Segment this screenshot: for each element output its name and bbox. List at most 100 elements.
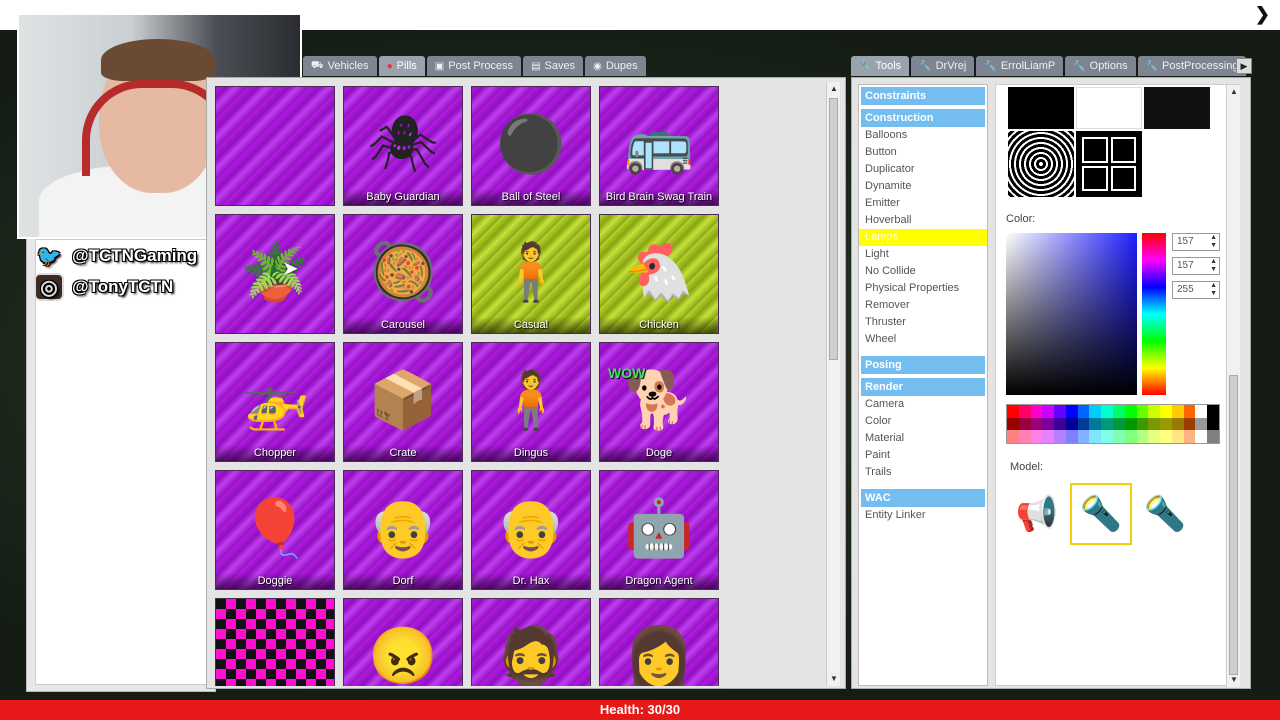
palette-swatch[interactable] <box>1077 405 1090 418</box>
palette-swatch[interactable] <box>1124 405 1137 418</box>
pill-tile[interactable]: 🥘 Carousel <box>343 214 463 334</box>
palette-swatch[interactable] <box>1007 417 1019 431</box>
spinner-icon[interactable]: ▲ ▼ <box>1210 258 1217 274</box>
settings-scrollbar[interactable]: ▲ ▼ <box>1226 85 1240 687</box>
palette-swatch[interactable] <box>1183 430 1196 443</box>
palette-swatch[interactable] <box>1207 417 1219 431</box>
tab-dupes[interactable]: ◉ Dupes <box>585 56 646 76</box>
pill-tile[interactable]: 🧔 <box>471 598 591 686</box>
pill-tile[interactable]: 🧍 Casual <box>471 214 591 334</box>
tab-scroll-right-icon[interactable]: ▶ <box>1236 58 1252 74</box>
palette-swatch[interactable] <box>1030 405 1043 418</box>
palette-swatch[interactable] <box>1101 405 1113 418</box>
palette-swatch[interactable] <box>1018 430 1031 443</box>
palette-swatch[interactable] <box>1195 405 1208 418</box>
palette-swatch[interactable] <box>1183 417 1196 431</box>
palette-swatch[interactable] <box>1018 417 1031 431</box>
palette-swatch[interactable] <box>1101 430 1113 443</box>
tool-item[interactable]: Duplicator <box>859 161 987 178</box>
palette-swatch[interactable] <box>1065 430 1078 443</box>
palette-swatch[interactable] <box>1030 430 1043 443</box>
pill-tile[interactable]: 👴 Dorf <box>343 470 463 590</box>
tab-options[interactable]: 🔧 Options <box>1065 56 1136 76</box>
palette-swatch[interactable] <box>1042 417 1055 431</box>
scroll-down-icon[interactable]: ▼ <box>1227 673 1241 687</box>
palette-swatch[interactable] <box>1030 417 1043 431</box>
tab-post-process[interactable]: ▣ Post Process <box>426 56 522 76</box>
tool-category[interactable]: Render <box>861 378 985 396</box>
texture-swatch[interactable] <box>1008 87 1074 129</box>
scroll-down-icon[interactable]: ▼ <box>827 672 841 686</box>
texture-swatch[interactable] <box>1008 131 1074 197</box>
tool-category[interactable]: Posing <box>861 356 985 374</box>
tool-category[interactable]: WAC <box>861 489 985 507</box>
spinner-icon[interactable]: ▲ ▼ <box>1210 234 1217 250</box>
palette-swatch[interactable] <box>1042 430 1055 443</box>
pill-tile[interactable]: 👴 Dr. Hax <box>471 470 591 590</box>
pill-tile[interactable]: 🪴 <box>215 214 335 334</box>
palette-swatch[interactable] <box>1089 430 1102 443</box>
palette-swatch[interactable] <box>1018 405 1031 418</box>
texture-swatch[interactable] <box>1076 87 1142 129</box>
color-palette[interactable] <box>1006 404 1220 444</box>
palette-swatch[interactable] <box>1089 405 1102 418</box>
tab-drvrej[interactable]: 🔧 DrVrej <box>911 56 975 76</box>
palette-swatch[interactable] <box>1042 405 1055 418</box>
pill-tile[interactable]: 🧍 Dingus <box>471 342 591 462</box>
palette-swatch[interactable] <box>1160 405 1172 418</box>
palette-swatch[interactable] <box>1007 405 1019 418</box>
palette-swatch[interactable] <box>1112 405 1125 418</box>
tool-item[interactable]: Thruster <box>859 314 987 331</box>
palette-swatch[interactable] <box>1171 430 1184 443</box>
tool-category[interactable]: Construction <box>861 109 985 127</box>
palette-swatch[interactable] <box>1077 417 1090 431</box>
tool-item[interactable]: Camera <box>859 396 987 413</box>
tool-item[interactable]: Emitter <box>859 195 987 212</box>
palette-swatch[interactable] <box>1171 405 1184 418</box>
palette-swatch[interactable] <box>1148 430 1161 443</box>
pill-tile[interactable] <box>215 86 335 206</box>
palette-swatch[interactable] <box>1195 430 1208 443</box>
palette-swatch[interactable] <box>1207 405 1219 418</box>
tool-item[interactable]: No Collide <box>859 263 987 280</box>
palette-swatch[interactable] <box>1007 430 1019 443</box>
tool-item[interactable]: Balloons <box>859 127 987 144</box>
scroll-thumb[interactable] <box>1229 375 1238 675</box>
palette-swatch[interactable] <box>1171 417 1184 431</box>
palette-swatch[interactable] <box>1124 417 1137 431</box>
palette-swatch[interactable] <box>1101 417 1113 431</box>
tool-item[interactable]: Remover <box>859 297 987 314</box>
lamp-model-option[interactable]: 📢 <box>1006 483 1068 545</box>
green-value-field[interactable]: 157 ▲ ▼ <box>1172 257 1220 275</box>
palette-swatch[interactable] <box>1183 405 1196 418</box>
tab-pills[interactable]: ● Pills <box>378 56 425 76</box>
pill-tile[interactable]: ⚫ Ball of Steel <box>471 86 591 206</box>
palette-swatch[interactable] <box>1089 417 1102 431</box>
palette-swatch[interactable] <box>1112 430 1125 443</box>
tool-item[interactable]: Button <box>859 144 987 161</box>
tab-saves[interactable]: ▤ Saves <box>523 56 584 76</box>
tool-item[interactable]: Wheel <box>859 331 987 348</box>
tool-item[interactable]: Paint <box>859 447 987 464</box>
pill-tile[interactable]: 🐕 WOW Doge <box>599 342 719 462</box>
tool-item[interactable]: Color <box>859 413 987 430</box>
tool-item[interactable]: Light <box>859 246 987 263</box>
blue-value-field[interactable]: 255 ▲ ▼ <box>1172 281 1220 299</box>
tool-item[interactable]: Hoverball <box>859 212 987 229</box>
tab-vehicles[interactable]: ⛟ Vehicles <box>303 56 377 76</box>
color-picker[interactable] <box>1006 233 1137 395</box>
palette-swatch[interactable] <box>1136 417 1149 431</box>
spinner-icon[interactable]: ▲ ▼ <box>1210 282 1217 298</box>
tool-item[interactable]: Material <box>859 430 987 447</box>
palette-swatch[interactable] <box>1077 430 1090 443</box>
pill-tile[interactable]: 🐔 Chicken <box>599 214 719 334</box>
pill-tile[interactable]: 👩 <box>599 598 719 686</box>
hue-slider[interactable] <box>1142 233 1166 395</box>
palette-swatch[interactable] <box>1112 417 1125 431</box>
palette-swatch[interactable] <box>1136 405 1149 418</box>
tab-errolliamp[interactable]: 🔧 ErrolLiamP <box>976 56 1064 76</box>
palette-swatch[interactable] <box>1160 430 1172 443</box>
pill-tile[interactable]: 📦 Crate <box>343 342 463 462</box>
scroll-up-icon[interactable]: ▲ <box>827 82 841 96</box>
tool-item[interactable]: Entity Linker <box>859 507 987 524</box>
